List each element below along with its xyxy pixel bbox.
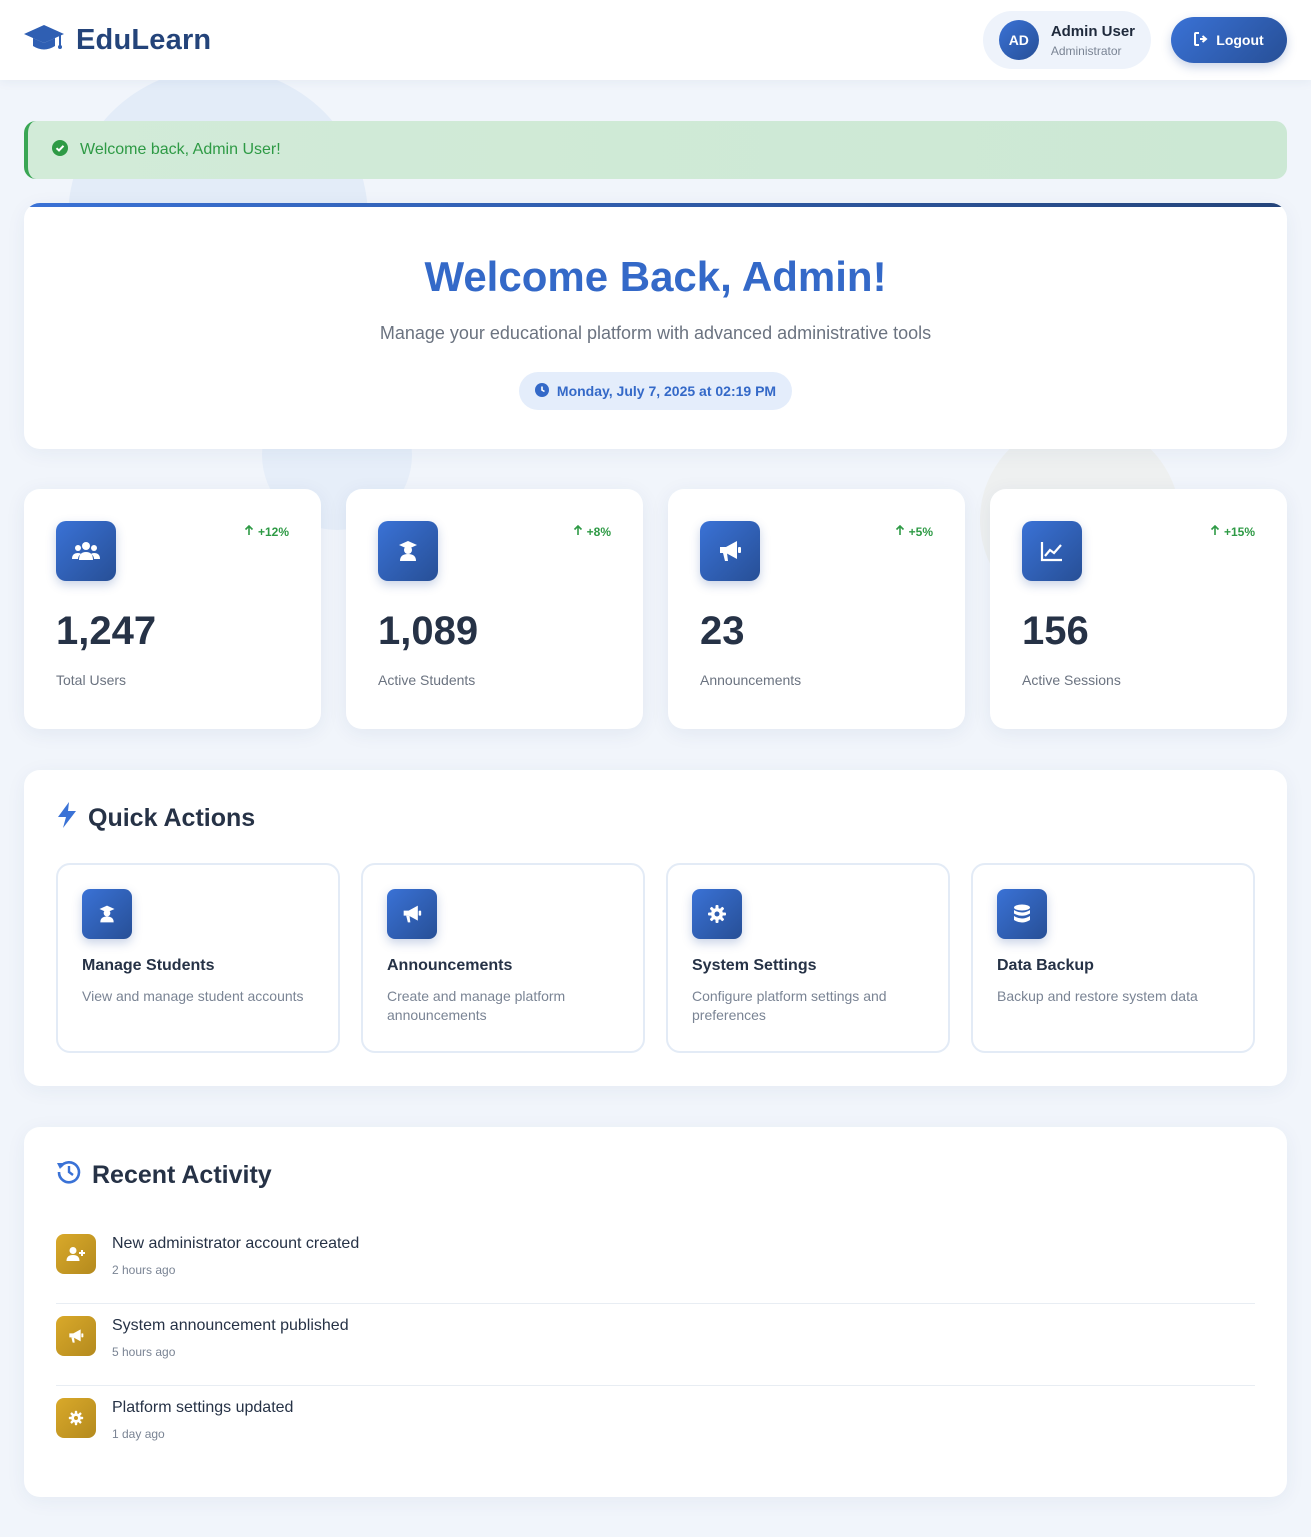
clock-icon bbox=[534, 382, 549, 400]
trend-badge: +8% bbox=[573, 524, 611, 539]
action-title: Manage Students bbox=[82, 957, 215, 974]
trend-value: +12% bbox=[257, 525, 289, 539]
activity-list: New administrator account created 2 hour… bbox=[56, 1222, 1255, 1468]
hero-accent-bar bbox=[24, 203, 1287, 207]
stat-card-active-sessions: +15% 156 Active Sessions bbox=[990, 489, 1287, 729]
action-title: System Settings bbox=[692, 957, 817, 974]
recent-activity-panel: Recent Activity New administrator accoun… bbox=[24, 1127, 1287, 1497]
user-name: Admin User bbox=[1050, 22, 1135, 40]
sign-out-icon bbox=[1194, 31, 1208, 49]
stat-card-active-students: +8% 1,089 Active Students bbox=[346, 489, 643, 729]
page-title: Welcome Back, Admin! bbox=[424, 253, 887, 300]
trend-value: +15% bbox=[1223, 525, 1255, 539]
stat-value: 156 bbox=[1022, 609, 1089, 653]
megaphone-icon bbox=[56, 1316, 96, 1356]
gear-icon bbox=[56, 1398, 96, 1438]
users-icon bbox=[56, 521, 116, 581]
section-title-text: Recent Activity bbox=[92, 1161, 272, 1189]
arrow-up-icon bbox=[573, 524, 583, 539]
action-description: Create and manage platform announcements bbox=[387, 988, 566, 1023]
list-item: New administrator account created 2 hour… bbox=[56, 1222, 1255, 1304]
quick-actions-title: Quick Actions bbox=[56, 802, 1255, 835]
stat-label: Active Sessions bbox=[1022, 672, 1121, 688]
alert-message: Welcome back, Admin User! bbox=[80, 141, 281, 158]
action-title: Announcements bbox=[387, 957, 513, 974]
arrow-up-icon bbox=[244, 524, 254, 539]
action-manage-students[interactable]: Manage Students View and manage student … bbox=[56, 863, 340, 1053]
megaphone-icon bbox=[700, 521, 760, 581]
trend-value: +5% bbox=[908, 525, 933, 539]
action-description: Backup and restore system data bbox=[997, 988, 1198, 1004]
graduate-icon bbox=[82, 889, 132, 939]
activity-title: Platform settings updated bbox=[112, 1399, 294, 1416]
trend-badge: +5% bbox=[895, 524, 933, 539]
trend-badge: +12% bbox=[244, 524, 289, 539]
activity-title: New administrator account created bbox=[112, 1235, 360, 1252]
graduation-cap-icon bbox=[24, 23, 64, 58]
stat-value: 1,247 bbox=[56, 609, 157, 653]
megaphone-icon bbox=[387, 889, 437, 939]
stat-value: 23 bbox=[700, 609, 745, 653]
action-description: View and manage student accounts bbox=[82, 988, 304, 1004]
recent-activity-title: Recent Activity bbox=[56, 1159, 1255, 1192]
page-subtitle: Manage your educational platform with ad… bbox=[379, 323, 932, 343]
stats-row: +12% 1,247 Total Users +8% 1,089 Active … bbox=[24, 489, 1287, 729]
stat-card-total-users: +12% 1,247 Total Users bbox=[24, 489, 321, 729]
welcome-hero: Welcome Back, Admin! Manage your educati… bbox=[24, 203, 1287, 449]
stat-label: Active Students bbox=[378, 672, 476, 688]
list-item: Platform settings updated 1 day ago bbox=[56, 1386, 1255, 1468]
action-system-settings[interactable]: System Settings Configure platform setti… bbox=[666, 863, 950, 1053]
user-plus-icon bbox=[56, 1234, 96, 1274]
action-announcements[interactable]: Announcements Create and manage platform… bbox=[361, 863, 645, 1053]
check-circle-icon bbox=[52, 139, 68, 161]
stat-card-announcements: +5% 23 Announcements bbox=[668, 489, 965, 729]
logout-button[interactable]: Logout bbox=[1171, 17, 1287, 63]
chart-line-icon bbox=[1022, 521, 1082, 581]
action-description: Configure platform settings and preferen… bbox=[692, 988, 887, 1023]
action-title: Data Backup bbox=[997, 957, 1094, 974]
user-profile[interactable]: AD Admin User Administrator bbox=[982, 11, 1151, 69]
stat-value: 1,089 bbox=[378, 609, 479, 653]
activity-title: System announcement published bbox=[112, 1317, 349, 1334]
trend-value: +8% bbox=[586, 525, 611, 539]
brand-logo[interactable]: EduLearn bbox=[24, 23, 211, 58]
history-icon bbox=[56, 1159, 82, 1192]
database-icon bbox=[997, 889, 1047, 939]
activity-time: 2 hours ago bbox=[112, 1263, 176, 1277]
arrow-up-icon bbox=[1210, 524, 1220, 539]
bolt-icon bbox=[56, 802, 78, 835]
action-data-backup[interactable]: Data Backup Backup and restore system da… bbox=[971, 863, 1255, 1053]
graduate-icon bbox=[378, 521, 438, 581]
trend-badge: +15% bbox=[1210, 524, 1255, 539]
datetime-text: Monday, July 7, 2025 at 02:19 PM bbox=[556, 383, 777, 399]
activity-time: 1 day ago bbox=[112, 1427, 165, 1441]
logout-label: Logout bbox=[1216, 32, 1264, 48]
stat-label: Total Users bbox=[56, 672, 127, 688]
section-title-text: Quick Actions bbox=[88, 804, 256, 832]
welcome-alert: Welcome back, Admin User! bbox=[24, 121, 1287, 179]
stat-label: Announcements bbox=[700, 672, 802, 688]
user-role: Administrator bbox=[1050, 43, 1122, 58]
gear-icon bbox=[692, 889, 742, 939]
activity-time: 5 hours ago bbox=[112, 1345, 176, 1359]
top-navbar: EduLearn AD Admin User Administrator Log… bbox=[0, 0, 1311, 80]
arrow-up-icon bbox=[895, 524, 905, 539]
list-item: System announcement published 5 hours ag… bbox=[56, 1304, 1255, 1386]
datetime-badge: Monday, July 7, 2025 at 02:19 PM bbox=[518, 372, 793, 410]
brand-name: EduLearn bbox=[76, 23, 212, 56]
avatar: AD bbox=[998, 20, 1039, 60]
quick-actions-panel: Quick Actions Manage Students View and m… bbox=[24, 770, 1287, 1086]
